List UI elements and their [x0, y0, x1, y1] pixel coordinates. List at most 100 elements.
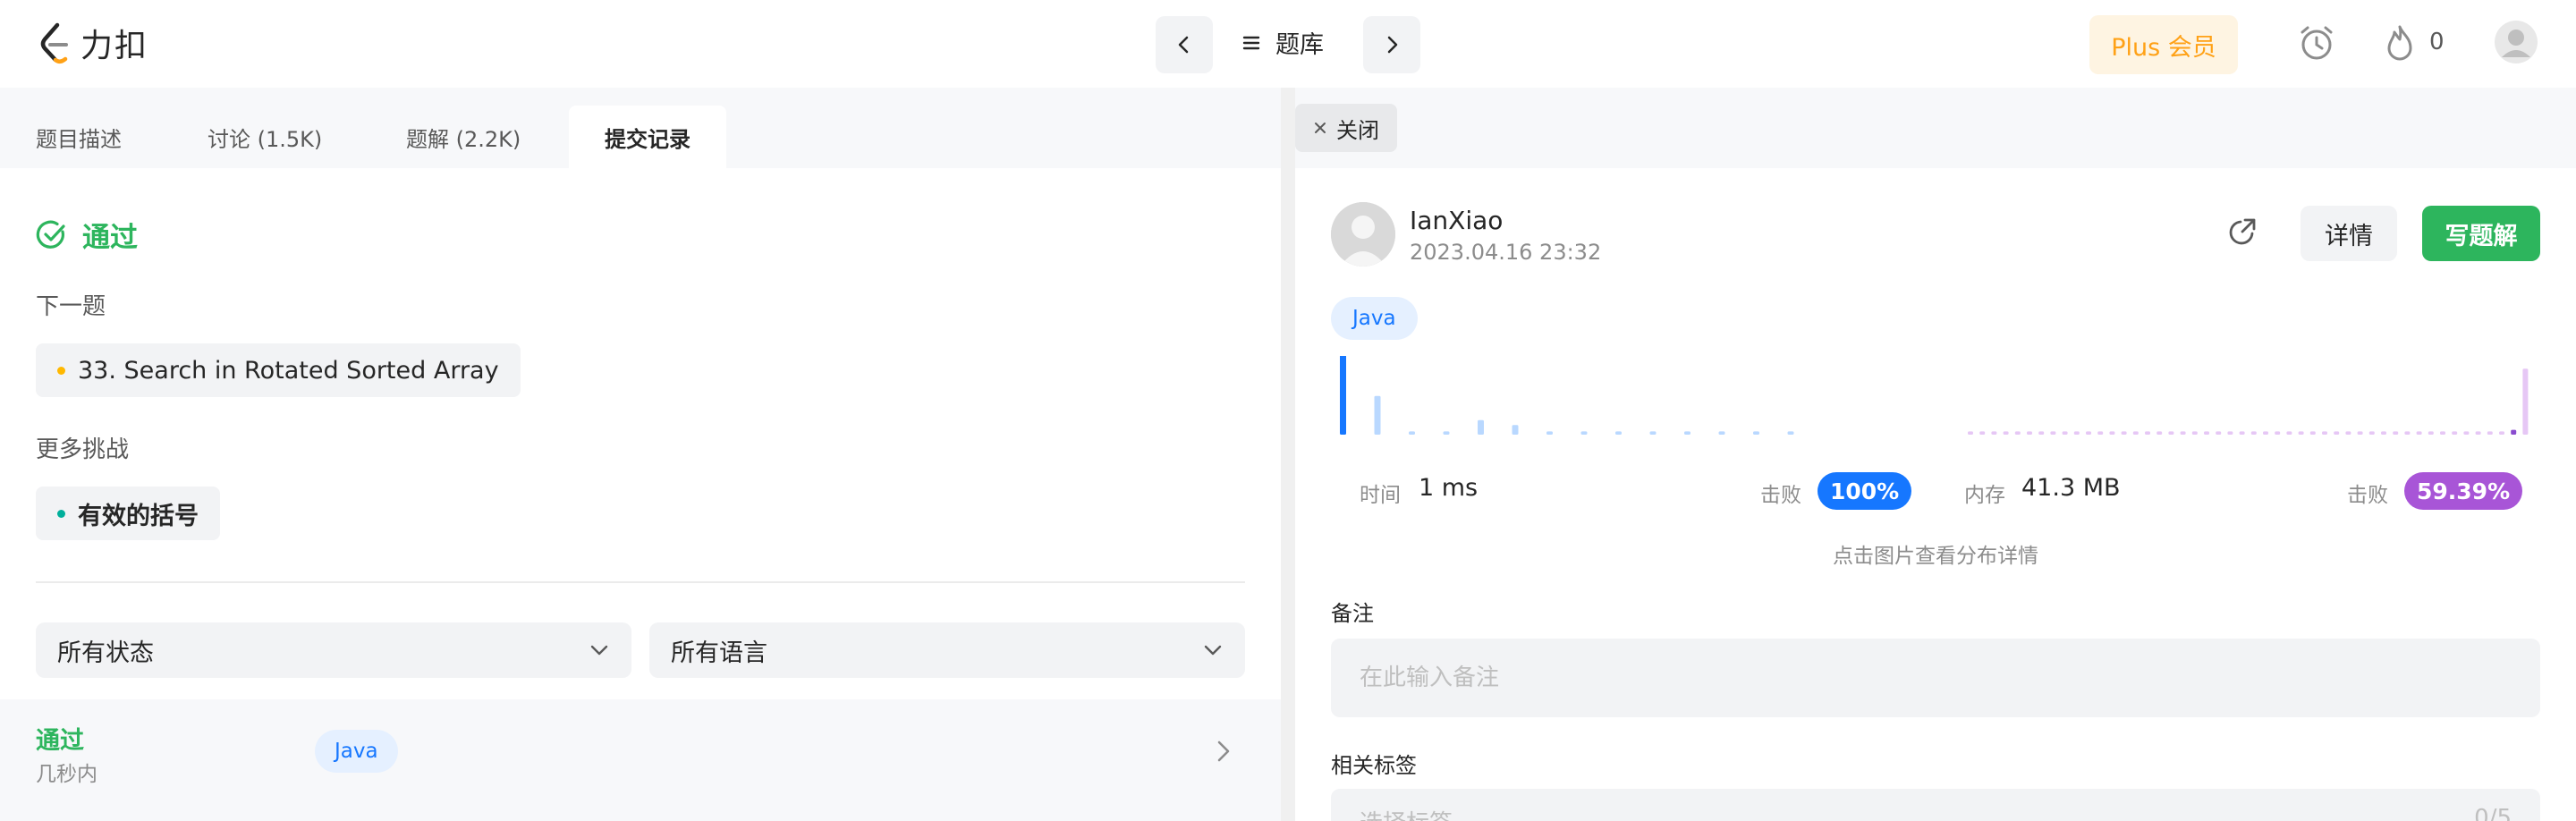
tab-submissions[interactable]: 提交记录 [569, 106, 726, 168]
status-filter-select[interactable]: 所有状态 [36, 622, 631, 678]
problem-bank-link[interactable]: 题库 [1241, 25, 1324, 60]
leetcode-logo-icon [40, 22, 68, 63]
detail-button[interactable]: 详情 [2301, 206, 2397, 261]
note-label: 备注 [1331, 601, 1374, 626]
more-challenges-label: 更多挑战 [36, 436, 130, 463]
tab-discussion[interactable]: 讨论 (1.5K) [172, 106, 358, 168]
memory-bar [2428, 431, 2434, 435]
tab-solutions[interactable]: 题解 (2.2K) [370, 106, 556, 168]
submission-result-panel: 通过 下一题 33. Search in Rotated Sorted Arra… [0, 168, 1281, 821]
runtime-bar [1787, 431, 1794, 435]
language-filter-select[interactable]: 所有语言 [649, 622, 1245, 678]
memory-bar [2050, 431, 2056, 435]
result-status-text: 通过 [82, 222, 138, 254]
tags-placeholder: 选择标签 [1360, 805, 1453, 821]
user-avatar-icon[interactable] [2494, 20, 2538, 64]
runtime-bar [1580, 431, 1588, 435]
memory-beats-label: 击败 [2347, 484, 2388, 507]
close-icon [1315, 123, 1326, 133]
username[interactable]: IanXiao [1410, 206, 1503, 235]
memory-bar [2097, 431, 2104, 435]
prev-problem-button[interactable] [1156, 16, 1213, 73]
memory-bar [1979, 431, 1986, 435]
performance-distribution-chart[interactable] [1295, 356, 2576, 436]
memory-bar [2204, 431, 2209, 435]
memory-bar [2014, 431, 2021, 435]
memory-bar [2191, 431, 2198, 435]
runtime-beats-badge: 100% [1818, 472, 1912, 510]
tags-select[interactable]: 选择标签 0/5 [1331, 789, 2540, 821]
close-button[interactable]: 关闭 [1295, 104, 1397, 152]
chevron-down-icon [590, 645, 608, 656]
memory-bar [2109, 431, 2115, 435]
memory-bar [2250, 431, 2257, 435]
runtime-bar [1512, 425, 1519, 435]
runtime-bar [1409, 431, 1415, 435]
memory-bar [2334, 431, 2340, 435]
runtime-bar [1374, 395, 1381, 435]
memory-bar [2038, 431, 2045, 435]
note-input[interactable] [1331, 639, 2540, 717]
memory-bar [2003, 431, 2009, 435]
fire-icon[interactable] [2383, 23, 2417, 63]
memory-bar [2452, 431, 2458, 435]
memory-bar [2499, 431, 2504, 435]
write-solution-button[interactable]: 写题解 [2422, 206, 2540, 261]
memory-bar [2286, 431, 2292, 435]
result-status: 通过 [36, 215, 138, 255]
memory-bar [2440, 431, 2445, 435]
language-filter-value: 所有语言 [671, 639, 767, 667]
easy-difficulty-dot [57, 509, 65, 518]
memory-bar [2416, 431, 2422, 435]
memory-bar [2463, 431, 2470, 435]
memory-bar [2062, 431, 2068, 435]
submission-language-badge: Java [315, 730, 398, 773]
runtime-bar [1753, 431, 1759, 435]
share-icon[interactable] [2225, 215, 2259, 249]
memory-bar [2275, 431, 2281, 435]
memory-value: 41.3 MB [2021, 474, 2121, 502]
memory-bar [2309, 431, 2316, 435]
next-problem-chip[interactable]: 33. Search in Rotated Sorted Array [36, 343, 521, 397]
memory-beats-badge: 59.39% [2404, 472, 2523, 510]
top-navbar: 力扣 题库 Plus 会员 0 [0, 0, 2576, 88]
chevron-right-icon [1387, 36, 1398, 54]
avatar[interactable] [1331, 202, 1395, 267]
memory-bar [2168, 431, 2174, 435]
memory-bar [2487, 431, 2493, 435]
memory-bar [2027, 431, 2032, 435]
submission-time: 几秒内 [36, 763, 97, 786]
panel-resize-handle[interactable] [1281, 88, 1295, 821]
runtime-label: 时间 [1360, 484, 1401, 507]
alarm-clock-icon[interactable] [2297, 23, 2336, 63]
memory-bar [2345, 431, 2351, 435]
memory-bar [2121, 431, 2127, 435]
problem-bank-label: 题库 [1275, 31, 1324, 59]
tab-description[interactable]: 题目描述 [0, 106, 157, 168]
submission-status: 通过 [36, 727, 84, 755]
plus-membership-button[interactable]: Plus 会员 [2089, 15, 2238, 74]
runtime-bar [1615, 431, 1622, 435]
close-label: 关闭 [1336, 117, 1379, 143]
memory-bar [2381, 431, 2386, 435]
memory-bar [2511, 429, 2517, 435]
more-challenge-chip[interactable]: 有效的括号 [36, 487, 220, 540]
memory-bar [2522, 368, 2529, 435]
memory-bar [2239, 431, 2245, 435]
tags-label: 相关标签 [1331, 753, 1417, 778]
memory-bar [2475, 431, 2481, 435]
leetcode-logo[interactable]: 力扣 [38, 20, 148, 66]
runtime-beats-label: 击败 [1760, 484, 1801, 507]
medium-difficulty-dot [57, 366, 65, 375]
memory-bar [2263, 431, 2268, 435]
logo-text: 力扣 [80, 28, 149, 64]
next-problem-title: 33. Search in Rotated Sorted Array [78, 356, 499, 385]
runtime-bar [1546, 431, 1553, 435]
runtime-bar [1443, 431, 1450, 435]
check-circle-icon [36, 220, 65, 249]
runtime-bar [1340, 356, 1346, 435]
chevron-left-icon [1178, 36, 1189, 54]
next-problem-button[interactable] [1363, 16, 1420, 73]
submission-row[interactable]: 通过 几秒内 Java [0, 699, 1281, 821]
memory-bar [2180, 431, 2186, 435]
